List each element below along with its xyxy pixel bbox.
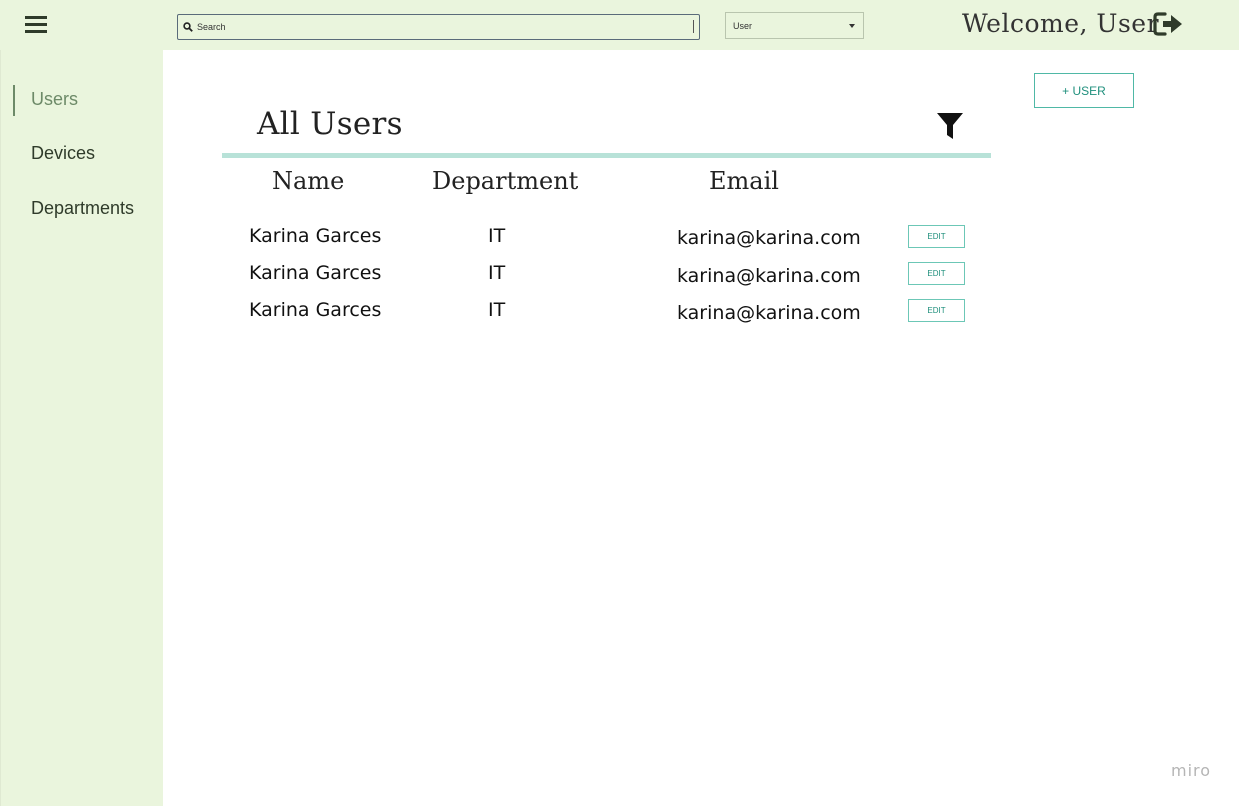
cell-email: karina@karina.com (677, 265, 861, 287)
search-field[interactable] (177, 14, 700, 40)
column-header-department: Department (432, 167, 579, 195)
cell-name: Karina Garces (249, 299, 382, 321)
add-user-button[interactable]: + USER (1034, 73, 1134, 108)
cell-name: Karina Garces (249, 225, 382, 247)
role-select[interactable]: User (725, 12, 864, 39)
active-nav-indicator (13, 85, 15, 116)
column-header-name: Name (272, 167, 345, 195)
sidebar-item-devices[interactable]: Devices (31, 143, 95, 164)
cell-email: karina@karina.com (677, 302, 861, 324)
search-icon (183, 22, 193, 32)
logout-icon[interactable] (1153, 11, 1184, 37)
hamburger-menu-icon[interactable] (25, 15, 47, 35)
welcome-text: Welcome, User (962, 9, 1160, 38)
sidebar-item-users[interactable]: Users (31, 89, 78, 110)
cell-department: IT (488, 262, 506, 284)
edit-button[interactable]: EDIT (908, 225, 965, 248)
text-cursor (693, 20, 694, 33)
title-divider (222, 153, 991, 158)
chevron-down-icon (849, 24, 855, 28)
role-select-value: User (733, 20, 753, 31)
filter-icon[interactable] (936, 112, 964, 140)
edit-button[interactable]: EDIT (908, 262, 965, 285)
column-header-email: Email (709, 167, 779, 195)
sidebar-item-departments[interactable]: Departments (31, 198, 134, 219)
cell-department: IT (488, 299, 506, 321)
search-input[interactable] (197, 17, 677, 37)
edit-button[interactable]: EDIT (908, 299, 965, 322)
cell-department: IT (488, 225, 506, 247)
cell-name: Karina Garces (249, 262, 382, 284)
page-title: All Users (257, 106, 403, 142)
cell-email: karina@karina.com (677, 227, 861, 249)
miro-watermark: miro (1171, 761, 1212, 780)
